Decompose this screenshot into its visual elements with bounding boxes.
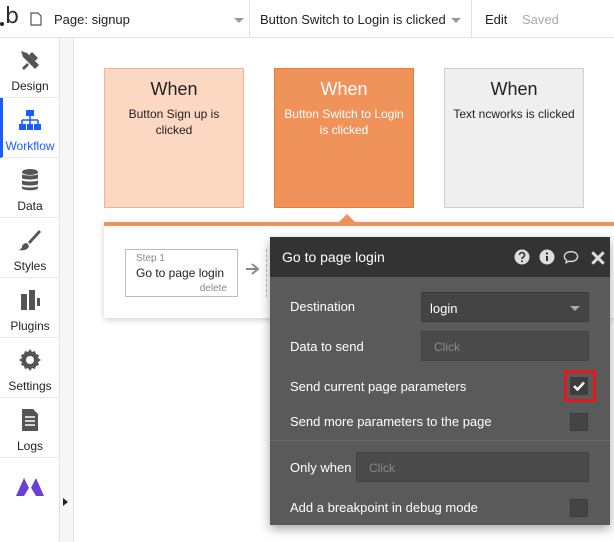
sidebar-item-label: Design — [11, 79, 49, 93]
event-selector-label: Button Switch to Login is clicked — [260, 12, 446, 27]
help-icon[interactable] — [514, 249, 530, 265]
event-description: Button Sign up is clicked — [128, 107, 220, 137]
sidebar-item-label: Data — [17, 199, 43, 213]
top-bar: b Page: signup Button Switch to Login is… — [0, 0, 614, 38]
selected-event-pointer — [339, 214, 355, 222]
panel-title: Go to page login — [282, 249, 385, 265]
send-more-params-checkbox[interactable] — [570, 413, 588, 431]
sidebar-item-bubble[interactable] — [0, 458, 60, 518]
sidebar-item-data[interactable]: Data — [0, 158, 60, 218]
sidebar-item-label: Workflow — [5, 139, 55, 153]
destination-label: Destination — [290, 299, 356, 314]
close-icon[interactable] — [590, 250, 606, 266]
step-card[interactable]: Step 1 Go to page login delete — [125, 249, 238, 297]
send-current-params-label: Send current page parameters — [290, 379, 467, 394]
data-to-send-placeholder: Click — [434, 340, 460, 354]
workflow-editor: b Page: signup Button Switch to Login is… — [0, 0, 614, 542]
send-more-params-label: Send more parameters to the page — [290, 414, 492, 429]
sidebar-item-styles[interactable]: Styles — [0, 218, 60, 278]
event-card-switch-login[interactable]: When Button Switch to Login is clicked — [274, 68, 414, 208]
saved-status: Saved — [522, 12, 559, 27]
comment-icon[interactable] — [563, 249, 579, 265]
destination-value: login — [430, 301, 458, 316]
step-delete-link[interactable]: delete — [200, 283, 227, 294]
highlight-box — [564, 370, 596, 402]
sidebar-item-plugins[interactable]: Plugins — [0, 278, 60, 338]
sidebar-item-label: Settings — [8, 379, 52, 393]
sidebar-item-label: Styles — [13, 259, 47, 273]
chevron-down-icon — [570, 306, 580, 311]
event-selector[interactable]: Button Switch to Login is clicked — [250, 0, 472, 38]
chevron-down-icon — [451, 18, 461, 23]
page-selector[interactable]: Page: signup — [24, 0, 250, 38]
event-when: When — [150, 79, 198, 99]
only-when-field[interactable]: Click — [356, 452, 589, 482]
panel-divider — [270, 440, 610, 441]
chevron-down-icon — [234, 18, 244, 23]
panel-header: Go to page login — [270, 237, 610, 277]
bubble-logo[interactable]: b — [0, 4, 20, 32]
plugin-icon — [21, 290, 40, 310]
arrow-right-icon — [246, 263, 260, 275]
sidebar: Design Workflow Data Styles Plugins Sett… — [0, 38, 60, 542]
data-to-send-label: Data to send — [290, 339, 364, 354]
only-when-placeholder: Click — [369, 461, 395, 475]
data-to-send-field[interactable]: Click — [421, 331, 589, 361]
database-icon — [22, 169, 38, 191]
document-icon — [22, 409, 38, 431]
design-icon — [21, 51, 39, 70]
brush-icon — [19, 230, 41, 251]
gear-icon — [19, 349, 41, 371]
event-description: Button Switch to Login is clicked — [284, 107, 404, 137]
step-name: Go to page login — [136, 266, 225, 280]
only-when-label: Only when — [290, 460, 352, 475]
page-selector-label: Page: signup — [54, 12, 130, 27]
sidebar-item-workflow[interactable]: Workflow — [0, 98, 60, 158]
expand-arrow-icon[interactable] — [63, 498, 68, 506]
event-card-signup[interactable]: When Button Sign up is clicked — [104, 68, 244, 208]
sidebar-rail — [60, 38, 74, 542]
sidebar-item-settings[interactable]: Settings — [0, 338, 60, 398]
edit-menu[interactable]: Edit — [485, 12, 507, 27]
page-icon — [30, 12, 42, 26]
bubble-logo-icon — [16, 478, 44, 496]
info-icon[interactable] — [539, 249, 555, 265]
sidebar-item-label: Plugins — [10, 319, 50, 333]
breakpoint-checkbox[interactable] — [570, 499, 588, 517]
sidebar-item-design[interactable]: Design — [0, 38, 60, 98]
sidebar-item-label: Logs — [16, 439, 44, 453]
action-property-panel: Go to page login Destination login Data … — [270, 237, 610, 525]
logo-text: b — [5, 4, 19, 29]
event-description: Text ncworks is clicked — [453, 107, 575, 121]
destination-dropdown[interactable]: login — [421, 292, 589, 322]
workflow-icon — [19, 110, 41, 130]
event-card-text[interactable]: When Text ncworks is clicked — [444, 68, 584, 208]
step-number: Step 1 — [136, 253, 165, 264]
breakpoint-label: Add a breakpoint in debug mode — [290, 500, 478, 515]
event-when: When — [490, 79, 538, 99]
event-when: When — [320, 79, 368, 99]
sidebar-item-logs[interactable]: Logs — [0, 398, 60, 458]
